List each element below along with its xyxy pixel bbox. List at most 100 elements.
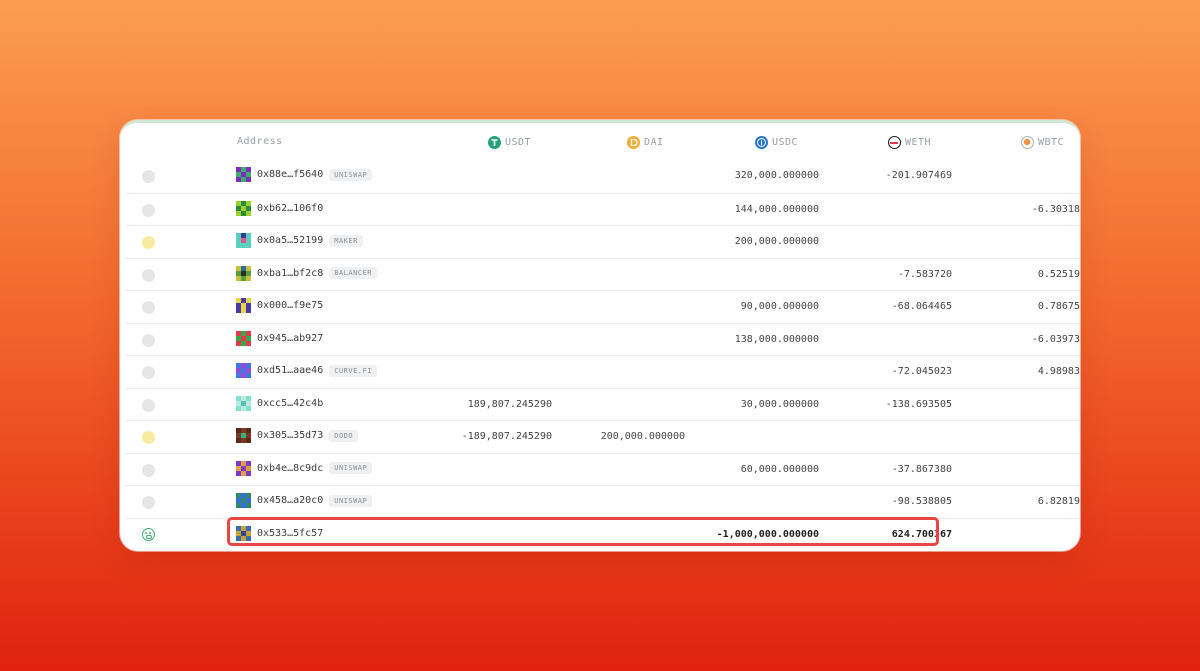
table-row[interactable]: 0x0a5…52199 MAKER 200,000.000000 (125, 225, 1080, 258)
avatar (236, 395, 251, 411)
protocol-tag: UNISWAP (329, 168, 373, 181)
usdc-value: 200,000.000000 (734, 236, 819, 247)
address-cell[interactable]: 0x000…f9e75 (236, 298, 323, 313)
address-text[interactable]: 0xcc5…42c4b (257, 398, 323, 409)
wbtc-icon (1021, 136, 1034, 149)
column-header-weth[interactable]: WETH (888, 136, 931, 149)
wbtc-value: 6.828196 (1037, 496, 1080, 507)
avatar (236, 363, 251, 378)
protocol-tag: UNISWAP (329, 494, 373, 507)
usdt-value: -189,807.245290 (461, 431, 552, 442)
address-text[interactable]: 0x945…ab927 (257, 333, 323, 344)
wbtc-value: 0.525199 (1037, 268, 1080, 280)
weth-value: -98.538805 (891, 496, 952, 507)
usdt-icon (488, 136, 501, 149)
protocol-tag: MAKER (329, 234, 363, 247)
column-header-wbtc[interactable]: WBTC (1021, 136, 1064, 149)
address-text[interactable]: 0x0a5…52199 (257, 235, 323, 246)
avatar (236, 298, 251, 313)
table-row[interactable]: 0xcc5…42c4b 189,807.245290 30,000.000000 -1… (125, 387, 1080, 421)
protocol-tag: UNISWAP (329, 462, 373, 474)
dai-value: 200,000.000000 (600, 431, 685, 442)
address-text[interactable]: 0x458…a20c0 (257, 495, 323, 506)
address-text[interactable]: 0x000…f9e75 (257, 300, 323, 311)
avatar (236, 460, 251, 476)
weth-value: -7.583720 (897, 268, 952, 280)
address-text[interactable]: 0xb62…106f0 (257, 203, 323, 214)
column-header-address: Address (237, 136, 283, 147)
address-text[interactable]: 0xba1…bf2c8 (257, 268, 323, 279)
avatar (236, 428, 251, 443)
address-cell[interactable]: 0x0a5…52199 MAKER (236, 233, 363, 248)
address-text[interactable]: 0x305…35d73 (257, 430, 323, 441)
column-header-usdt[interactable]: USDT (488, 136, 531, 149)
protocol-tag: DODO (329, 429, 359, 442)
address-cell[interactable]: 0xb62…106f0 (236, 200, 323, 216)
usdc-value: 320,000.000000 (734, 170, 819, 181)
address-text[interactable]: 0xb4e…8c9dc (257, 463, 323, 474)
usdc-value: 30,000.000000 (740, 398, 819, 410)
wbtc-value: 4.989836 (1037, 366, 1080, 377)
avatar (236, 167, 251, 182)
address-text[interactable]: 0xd51…aae46 (257, 365, 323, 376)
status-dot (142, 463, 155, 477)
dai-icon (627, 136, 640, 149)
protocol-tag: CURVE.FI (329, 364, 377, 377)
status-dot (142, 203, 155, 217)
address-cell[interactable]: 0x945…ab927 (236, 330, 323, 346)
table-row[interactable]: 0x945…ab927 138,000.000000 -6.039738 (125, 322, 1080, 356)
table-row[interactable]: 0x000…f9e75 90,000.000000 -68.064465 0.7867… (125, 290, 1080, 323)
avatar (236, 200, 251, 216)
avatar (236, 493, 251, 508)
sad-face-icon (142, 527, 155, 541)
protocol-tag: BALANCER (329, 267, 377, 279)
wbtc-value: -6.303182 (1031, 203, 1080, 215)
weth-value: -201.907469 (885, 170, 952, 181)
address-cell[interactable]: 0xd51…aae46 CURVE.FI (236, 363, 377, 378)
table-row[interactable]: 0xb4e…8c9dc UNISWAP 60,000.000000 -37.86738… (125, 452, 1080, 486)
address-cell[interactable]: 0xba1…bf2c8 BALANCER (236, 265, 377, 281)
usdc-value: 60,000.000000 (740, 463, 819, 475)
status-dot (142, 333, 155, 347)
table-row[interactable]: 0x458…a20c0 UNISWAP -98.538805 6.828196 (125, 485, 1080, 518)
column-header-usdc[interactable]: USDC (755, 136, 798, 149)
status-dot (142, 398, 155, 412)
usdc-value: 138,000.000000 (734, 333, 819, 345)
status-dot (142, 268, 155, 282)
weth-icon (888, 136, 901, 149)
status-dot (142, 236, 155, 249)
table-row[interactable]: 0x88e…f5640 UNISWAP 320,000.000000 -201.907… (125, 160, 1080, 192)
table-row[interactable]: 0xd51…aae46 CURVE.FI -72.045023 4.989836 (125, 355, 1080, 388)
address-cell[interactable]: 0xb4e…8c9dc UNISWAP (236, 460, 373, 476)
balance-table-card: Address USDT DAI USDC WETH WBTC 0x88e…f5… (120, 120, 1080, 551)
wbtc-value: 0.786755 (1037, 301, 1080, 312)
avatar (236, 233, 251, 248)
table-header: Address USDT DAI USDC WETH WBTC (120, 123, 1080, 161)
address-cell[interactable]: 0x458…a20c0 UNISWAP (236, 493, 373, 508)
address-cell[interactable]: 0x88e…f5640 UNISWAP (236, 167, 373, 182)
status-dot (142, 366, 155, 379)
status-dot (142, 496, 155, 509)
status-dot (142, 431, 155, 444)
weth-value: -37.867380 (891, 463, 952, 475)
address-text[interactable]: 0x88e…f5640 (257, 169, 323, 180)
usdc-value: 144,000.000000 (734, 203, 819, 215)
address-cell[interactable]: 0x305…35d73 DODO (236, 428, 359, 443)
status-dot (142, 170, 155, 183)
wbtc-value: -6.039738 (1031, 333, 1080, 345)
column-header-dai[interactable]: DAI (627, 136, 664, 149)
status-dot (142, 301, 155, 314)
table-row[interactable]: 0xba1…bf2c8 BALANCER -7.583720 0.525199 (125, 257, 1080, 291)
table-row[interactable]: 0xb62…106f0 144,000.000000 -6.303182 (125, 192, 1080, 226)
usdt-value: 189,807.245290 (467, 398, 552, 410)
usdc-icon (755, 136, 768, 149)
avatar (236, 330, 251, 346)
weth-value: -138.693505 (885, 398, 952, 410)
address-cell[interactable]: 0xcc5…42c4b (236, 395, 323, 411)
avatar (236, 265, 251, 281)
weth-value: -72.045023 (891, 366, 952, 377)
highlight-box (227, 517, 939, 546)
usdc-value: 90,000.000000 (740, 301, 819, 312)
weth-value: -68.064465 (891, 301, 952, 312)
table-row[interactable]: 0x305…35d73 DODO -189,807.245290 200,000.00… (125, 420, 1080, 453)
